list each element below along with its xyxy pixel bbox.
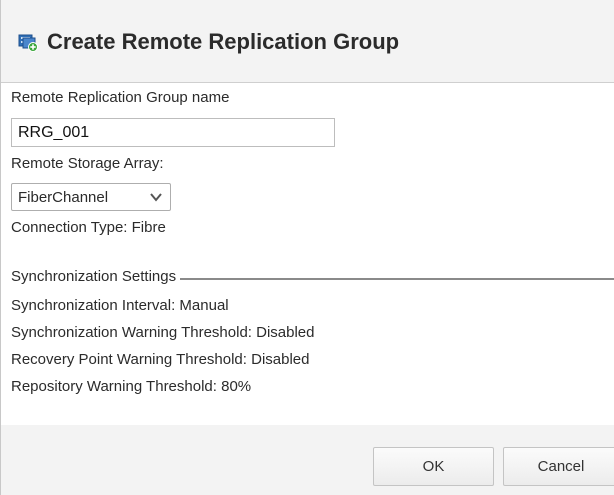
dialog-footer: OK Cancel: [1, 425, 614, 495]
replication-group-add-icon: [18, 34, 38, 52]
recovery-point-threshold-text: Recovery Point Warning Threshold: Disabl…: [11, 351, 310, 368]
sync-interval-text: Synchronization Interval: Manual: [11, 297, 229, 314]
repository-threshold-text: Repository Warning Threshold: 80%: [11, 378, 252, 395]
remote-storage-array-label: Remote Storage Array:: [11, 155, 164, 172]
remote-storage-array-value: FiberChannel: [18, 189, 109, 206]
ok-button[interactable]: OK: [373, 447, 494, 486]
group-name-label: Remote Replication Group name: [11, 89, 230, 106]
chevron-down-icon: [150, 193, 162, 202]
sync-warning-threshold-text: Synchronization Warning Threshold: Disab…: [11, 324, 315, 341]
create-remote-replication-group-dialog: Create Remote Replication Group Remote R…: [0, 0, 614, 495]
synchronization-settings-label: Synchronization Settings: [11, 268, 181, 285]
synchronization-settings-header: Synchronization Settings: [11, 268, 614, 288]
dialog-title-bar: Create Remote Replication Group: [1, 0, 614, 83]
remote-storage-array-select[interactable]: FiberChannel: [11, 183, 171, 211]
dialog-title: Create Remote Replication Group: [47, 29, 400, 54]
connection-type-text: Connection Type: Fibre: [11, 219, 166, 236]
cancel-button[interactable]: Cancel: [503, 447, 614, 486]
group-name-input[interactable]: [11, 118, 335, 147]
